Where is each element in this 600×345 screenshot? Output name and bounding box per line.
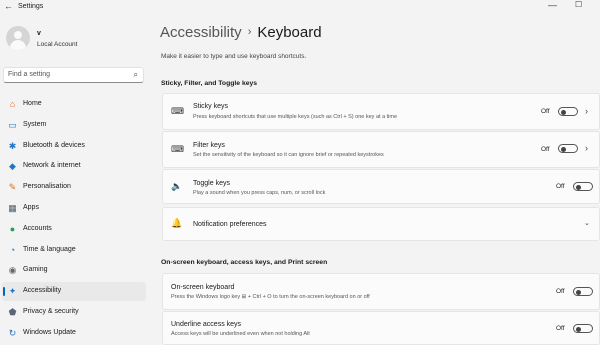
globe-clock-icon: ◔ xyxy=(9,244,16,255)
sidebar-item-time-language[interactable]: ◔ Time & language xyxy=(2,241,146,260)
network-icon: ◆ xyxy=(9,161,16,172)
selection-indicator xyxy=(3,287,5,297)
sidebar-item-label: Accessibility xyxy=(23,287,62,295)
speaker-icon: 🔈 xyxy=(171,181,183,191)
chevron-right-icon[interactable]: › xyxy=(585,106,588,116)
section-heading-onscreen: On-screen keyboard, access keys, and Pri… xyxy=(161,259,328,266)
breadcrumb-current: Keyboard xyxy=(257,24,322,41)
underline-access-keys-card: Underline access keys Access keys will b… xyxy=(162,311,600,345)
onscreen-keyboard-card: On-screen keyboard Press the Windows log… xyxy=(162,273,600,310)
bluetooth-icon: ✱ xyxy=(8,140,17,151)
sidebar-item-label: Personalisation xyxy=(23,183,71,191)
sidebar-item-windows-update[interactable]: ↻ Windows Update xyxy=(2,324,146,343)
toggle-keys-description: Play a sound when you press caps, num, o… xyxy=(193,190,326,196)
filter-keys-state: Off xyxy=(541,146,550,153)
back-arrow-icon[interactable]: ← xyxy=(4,1,13,11)
search-input[interactable]: Find a setting ⌕ xyxy=(3,67,144,83)
sidebar-item-accessibility[interactable]: ✦ Accessibility xyxy=(2,282,146,302)
page-description: Make it easier to type and use keyboard … xyxy=(161,53,307,60)
sticky-keys-toggle[interactable] xyxy=(558,107,578,116)
toggle-keys-title: Toggle keys xyxy=(193,180,230,187)
notification-preferences-title: Notification preferences xyxy=(193,221,267,228)
sidebar-item-label: Gaming xyxy=(23,266,48,274)
chevron-right-icon[interactable]: › xyxy=(585,143,588,153)
update-icon: ↻ xyxy=(8,327,17,338)
sticky-keys-state: Off xyxy=(541,108,550,115)
system-icon: ▭ xyxy=(8,119,17,130)
sidebar-item-label: Accounts xyxy=(23,224,52,232)
accessibility-icon: ✦ xyxy=(8,286,17,297)
filter-keys-icon: ⌨ xyxy=(171,144,184,154)
toggle-knob xyxy=(576,326,581,332)
account-type: Local Account xyxy=(37,41,78,48)
chevron-down-icon[interactable]: ⌄ xyxy=(584,219,590,227)
sidebar-item-home[interactable]: ⌂ Home xyxy=(2,95,146,114)
avatar-head-shape xyxy=(14,31,22,39)
toggle-knob xyxy=(576,289,581,295)
onscreen-keyboard-state: Off xyxy=(556,288,565,295)
user-name: v xyxy=(37,30,41,37)
toggle-keys-card: 🔈 Toggle keys Play a sound when you pres… xyxy=(162,169,600,204)
underline-access-keys-state: Off xyxy=(556,325,565,332)
underline-access-keys-toggle[interactable] xyxy=(573,324,593,333)
underline-access-keys-description: Access keys will be underlined even when… xyxy=(171,331,310,337)
sticky-keys-description: Press keyboard shortcuts that use multip… xyxy=(193,114,398,120)
sidebar-item-label: Home xyxy=(23,100,42,107)
toggle-knob xyxy=(561,109,566,115)
sticky-keys-icon: ⌨ xyxy=(171,106,184,116)
notification-preferences-card[interactable]: 🔔 Notification preferences ⌄ xyxy=(162,207,600,241)
sidebar-item-label: Time & language xyxy=(23,245,76,253)
onscreen-keyboard-title: On-screen keyboard xyxy=(171,284,235,291)
page-title: Accessibility › Keyboard xyxy=(160,24,322,41)
filter-keys-description: Set the sensitivity of the keyboard so i… xyxy=(193,152,384,158)
sidebar-item-network-internet[interactable]: ◆ Network & internet xyxy=(2,157,146,176)
shield-icon: ⬟ xyxy=(8,307,17,317)
window-title: Settings xyxy=(18,3,44,10)
breadcrumb-parent[interactable]: Accessibility xyxy=(160,24,242,41)
sidebar-item-label: Apps xyxy=(23,204,39,211)
toggle-knob xyxy=(561,146,566,152)
sticky-keys-card[interactable]: ⌨ Sticky keys Press keyboard shortcuts t… xyxy=(162,93,600,130)
avatar-body-shape xyxy=(10,40,26,50)
apps-icon: ▦ xyxy=(8,203,17,213)
filter-keys-toggle[interactable] xyxy=(558,144,578,153)
breadcrumb-separator: › xyxy=(247,26,252,38)
sidebar-item-label: Privacy & security xyxy=(23,308,79,315)
section-heading-sticky-filter-toggle: Sticky, Filter, and Toggle keys xyxy=(161,80,258,87)
filter-keys-title: Filter keys xyxy=(193,142,225,149)
toggle-knob xyxy=(576,184,581,190)
toggle-keys-state: Off xyxy=(556,183,565,190)
underline-access-keys-title: Underline access keys xyxy=(171,321,242,328)
sidebar-item-label: Bluetooth & devices xyxy=(23,141,85,149)
toggle-keys-toggle[interactable] xyxy=(573,182,593,191)
title-bar: ← Settings — ☐ xyxy=(0,0,600,14)
sidebar-item-system[interactable]: ▭ System xyxy=(2,116,146,135)
onscreen-keyboard-toggle[interactable] xyxy=(573,287,593,296)
home-icon: ⌂ xyxy=(9,99,16,109)
gamepad-icon: ◉ xyxy=(8,265,17,276)
filter-keys-card[interactable]: ⌨ Filter keys Set the sensitivity of the… xyxy=(162,131,600,168)
sidebar-item-accounts[interactable]: ● Accounts xyxy=(2,220,146,239)
brush-icon: ✎ xyxy=(8,182,17,193)
onscreen-keyboard-description: Press the Windows logo key ⊞ + Ctrl + O … xyxy=(171,294,370,300)
sidebar-item-label: Network & internet xyxy=(23,162,81,170)
bell-icon: 🔔 xyxy=(171,218,183,228)
accounts-icon: ● xyxy=(9,223,16,234)
sidebar-item-bluetooth-devices[interactable]: ✱ Bluetooth & devices xyxy=(2,137,146,156)
sidebar-item-privacy-security[interactable]: ⬟ Privacy & security xyxy=(2,303,146,322)
sticky-keys-title: Sticky keys xyxy=(193,103,229,110)
search-placeholder: Find a setting xyxy=(8,71,51,78)
avatar[interactable] xyxy=(6,26,30,50)
maximize-icon[interactable]: ☐ xyxy=(575,0,582,9)
sidebar-item-gaming[interactable]: ◉ Gaming xyxy=(2,261,146,280)
sidebar-item-label: Windows Update xyxy=(23,328,76,336)
sidebar-item-personalisation[interactable]: ✎ Personalisation xyxy=(2,178,146,197)
sidebar-item-label: System xyxy=(23,120,47,128)
minimize-icon[interactable]: — xyxy=(548,0,557,10)
search-icon[interactable]: ⌕ xyxy=(134,70,138,80)
sidebar-item-apps[interactable]: ▦ Apps xyxy=(2,199,146,218)
